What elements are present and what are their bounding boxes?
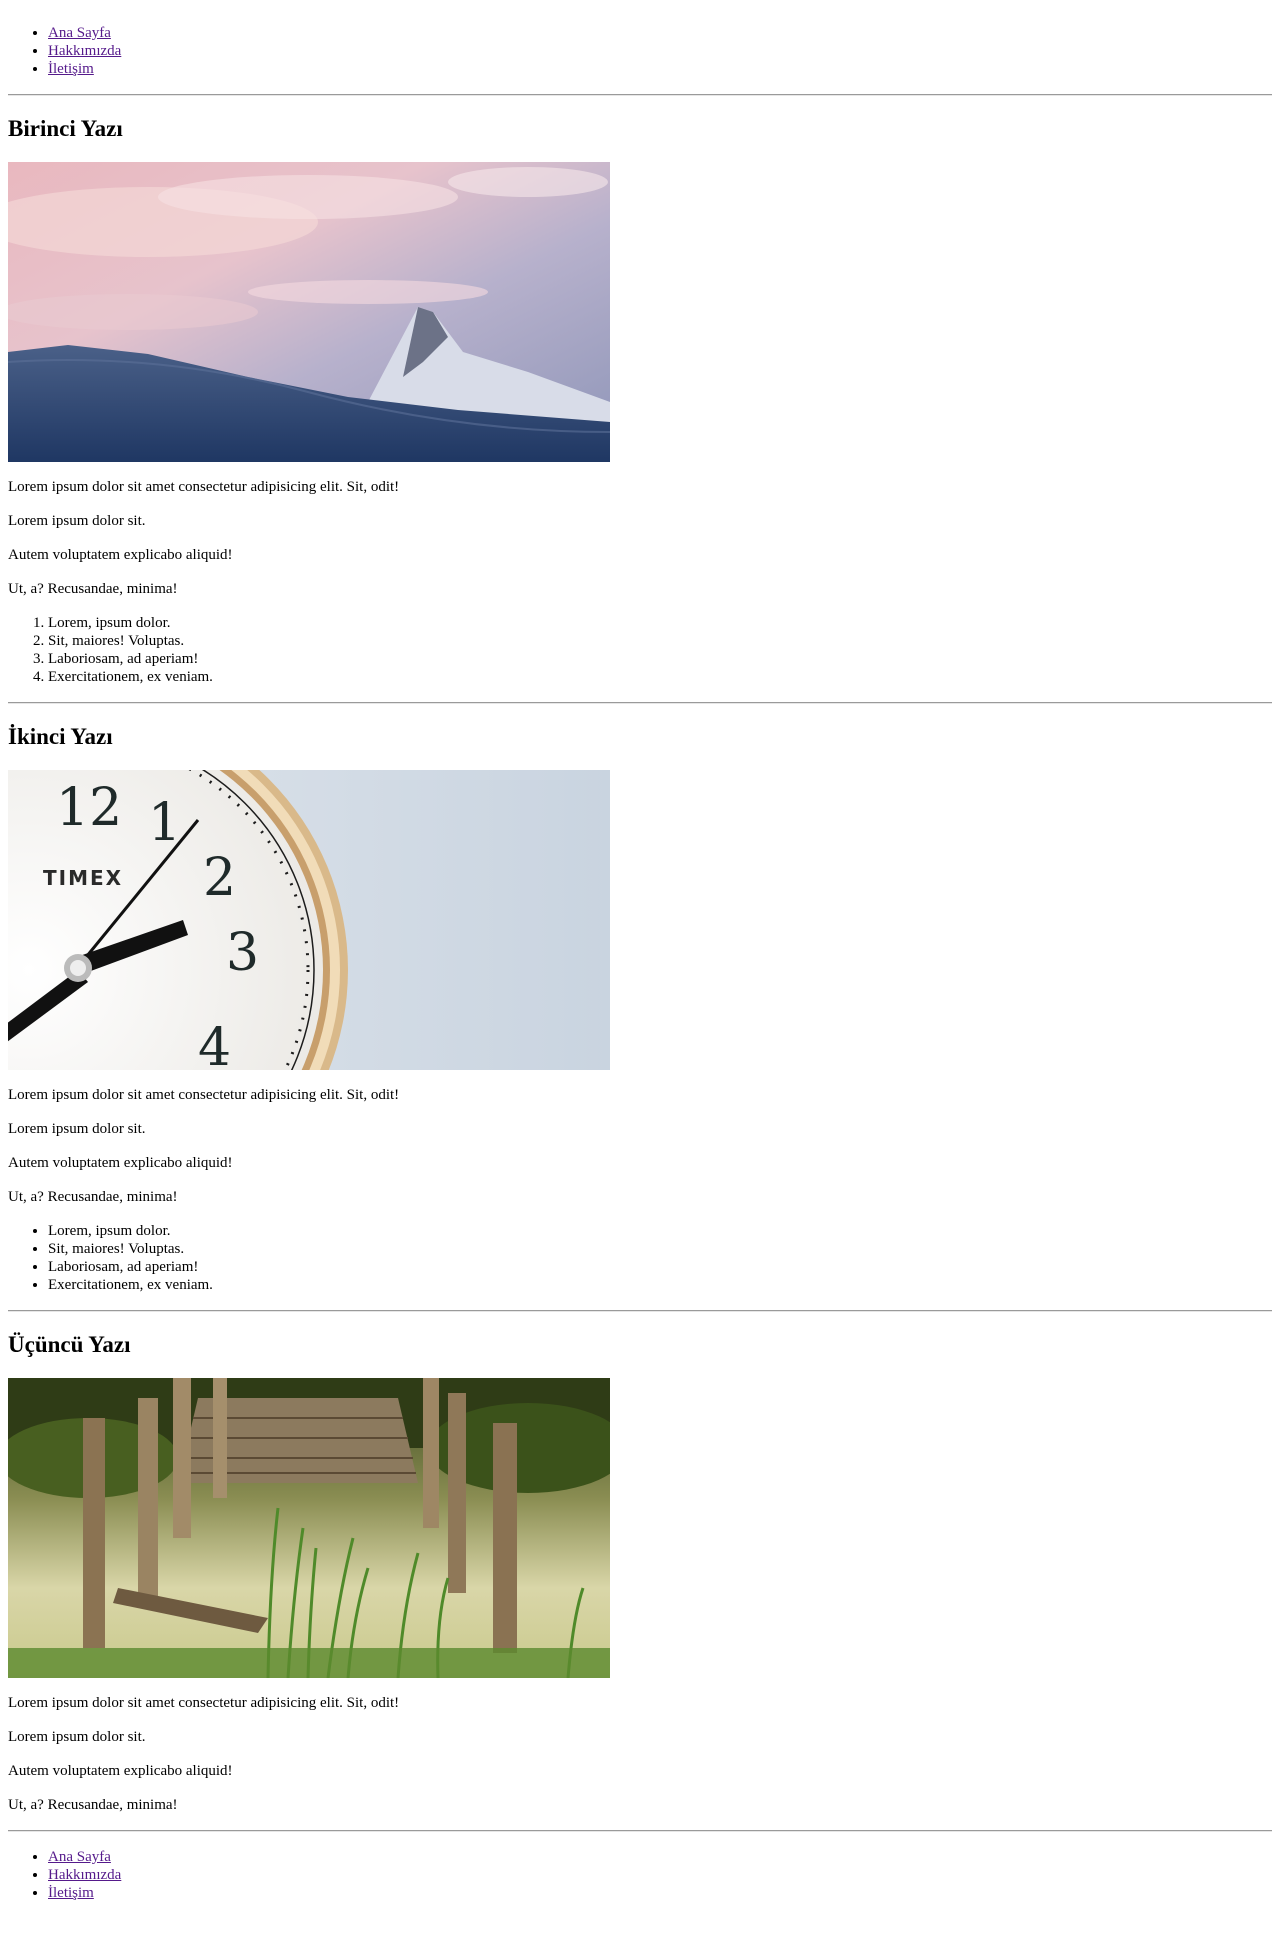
clock-brand-label: TIMEX — [43, 866, 123, 890]
post-paragraph: Autem voluptatem explicabo aliquid! — [8, 1763, 233, 1779]
post-paragraph: Lorem ipsum dolor sit. — [8, 1729, 146, 1745]
post-paragraph: Autem voluptatem explicabo aliquid! — [8, 547, 233, 563]
footer-nav-item-home: Ana Sayfa — [48, 1848, 1272, 1866]
divider — [8, 1310, 1272, 1312]
list-item: Lorem, ipsum dolor. — [48, 1222, 1272, 1240]
clock-numeral-4: 4 — [198, 1018, 231, 1070]
clock-numeral-3: 3 — [226, 923, 259, 983]
clock-numeral-12: 12 — [56, 778, 122, 838]
post-paragraph: Ut, a? Recusandae, minima! — [8, 581, 178, 597]
footer-link-contact[interactable]: İletişim — [48, 1885, 94, 1901]
footer-link-home[interactable]: Ana Sayfa — [48, 1849, 111, 1865]
top-nav: Ana Sayfa Hakkımızda İletişim — [8, 24, 1272, 78]
list-item: Laboriosam, ad aperiam! — [48, 650, 1272, 668]
post-paragraph: Lorem ipsum dolor sit. — [8, 1121, 146, 1137]
timex-clock-photo: 12 1 2 3 4 TIMEX — [8, 770, 610, 1070]
list-item: Exercitationem, ex veniam. — [48, 1276, 1272, 1294]
nav-link-about[interactable]: Hakkımızda — [48, 43, 121, 59]
post-paragraph: Lorem ipsum dolor sit. — [8, 513, 146, 529]
nav-item-about: Hakkımızda — [48, 42, 1272, 60]
post-title: İkinci Yazı — [8, 724, 113, 749]
old-wooden-pier-photo — [8, 1378, 610, 1678]
ordered-list: Lorem, ipsum dolor. Sit, maiores! Volupt… — [8, 614, 1272, 686]
nav-item-contact: İletişim — [48, 60, 1272, 78]
divider — [8, 94, 1272, 96]
divider — [8, 702, 1272, 704]
list-item: Sit, maiores! Voluptas. — [48, 1240, 1272, 1258]
clock-numeral-1: 1 — [148, 793, 181, 853]
list-item: Laboriosam, ad aperiam! — [48, 1258, 1272, 1276]
post-paragraph: Lorem ipsum dolor sit amet consectetur a… — [8, 1087, 400, 1103]
post-paragraph: Ut, a? Recusandae, minima! — [8, 1797, 178, 1813]
nav-link-contact[interactable]: İletişim — [48, 61, 94, 77]
post-1: Birinci Yazı Lorem ipsum dolor sit amet … — [8, 116, 1272, 686]
divider — [8, 1830, 1272, 1832]
post-paragraph: Ut, a? Recusandae, minima! — [8, 1189, 178, 1205]
post-paragraph: Autem voluptatem explicabo aliquid! — [8, 1155, 233, 1171]
list-item: Exercitationem, ex veniam. — [48, 668, 1272, 686]
post-paragraph: Lorem ipsum dolor sit amet consectetur a… — [8, 1695, 400, 1711]
list-item: Sit, maiores! Voluptas. — [48, 632, 1272, 650]
footer-nav-item-contact: İletişim — [48, 1884, 1272, 1902]
page: Ana Sayfa Hakkımızda İletişim Birinci Ya… — [0, 0, 1280, 1902]
nav-item-home: Ana Sayfa — [48, 24, 1272, 42]
footer-nav: Ana Sayfa Hakkımızda İletişim — [8, 1848, 1272, 1902]
post-title: Birinci Yazı — [8, 116, 123, 141]
footer-nav-item-about: Hakkımızda — [48, 1866, 1272, 1884]
post-2: İkinci Yazı 12 1 2 3 4 TIMEX Lorem ipsum… — [8, 724, 1272, 1294]
post-title: Üçüncü Yazı — [8, 1332, 131, 1357]
unordered-list: Lorem, ipsum dolor. Sit, maiores! Volupt… — [8, 1222, 1272, 1294]
clock-numeral-2: 2 — [203, 848, 236, 908]
mountain-sunset-photo — [8, 162, 610, 462]
post-3: Üçüncü Yazı Lorem ipsum dolor sit amet c… — [8, 1332, 1272, 1814]
footer-link-about[interactable]: Hakkımızda — [48, 1867, 121, 1883]
post-paragraph: Lorem ipsum dolor sit amet consectetur a… — [8, 479, 400, 495]
list-item: Lorem, ipsum dolor. — [48, 614, 1272, 632]
nav-link-home[interactable]: Ana Sayfa — [48, 25, 111, 41]
